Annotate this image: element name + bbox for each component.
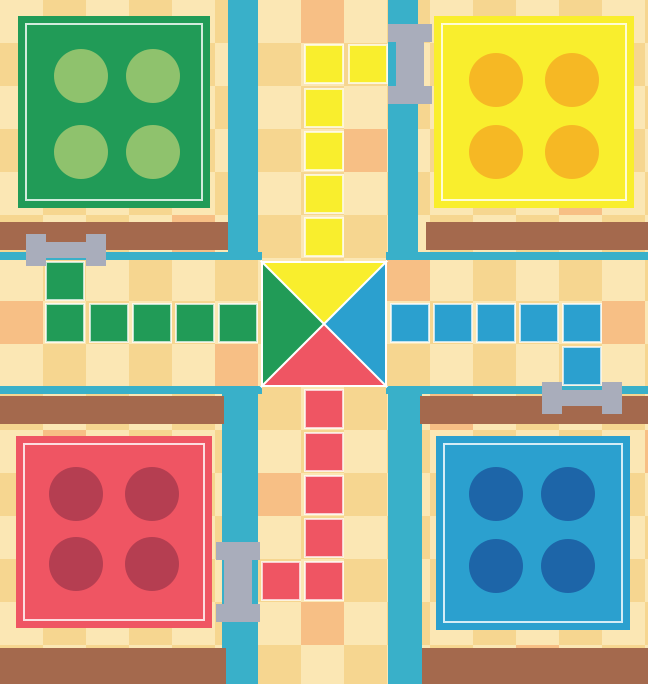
home-piece[interactable] (126, 125, 180, 179)
path-cell[interactable] (304, 432, 344, 472)
board-tile (344, 645, 387, 684)
board-tile (258, 129, 301, 172)
board-tile (559, 258, 602, 301)
board-tile (387, 344, 430, 387)
home-piece[interactable] (49, 537, 103, 591)
board-tile (473, 344, 516, 387)
wood-ledge (426, 222, 648, 250)
board-channel (228, 0, 258, 256)
path-cell[interactable] (304, 88, 344, 128)
wood-ledge (0, 648, 226, 684)
path-cell[interactable] (304, 131, 344, 171)
clamp-end (388, 24, 432, 42)
home-piece[interactable] (49, 467, 103, 521)
board-svg (0, 0, 648, 684)
wood-ledge (0, 396, 224, 424)
home-piece[interactable] (469, 467, 523, 521)
path-cell[interactable] (304, 174, 344, 214)
path-cell[interactable] (89, 303, 129, 343)
board-tile (258, 387, 301, 430)
path-cell[interactable] (45, 261, 85, 301)
home-piece[interactable] (541, 539, 595, 593)
board-channel (222, 392, 258, 684)
home-piece[interactable] (125, 467, 179, 521)
board-channel (386, 252, 648, 260)
clamp-bar (396, 34, 424, 94)
path-cell[interactable] (348, 44, 388, 84)
clamp-end (216, 604, 260, 622)
path-cell[interactable] (304, 561, 344, 601)
board-tile (387, 258, 430, 301)
board-tile (129, 344, 172, 387)
green-home-yard[interactable] (18, 16, 210, 208)
wood-ledge (422, 648, 648, 684)
center-home (259, 259, 389, 389)
path-cell[interactable] (519, 303, 559, 343)
board-tile (344, 129, 387, 172)
ludo-board (0, 0, 648, 684)
blue-home-yard[interactable] (436, 436, 630, 630)
clamp-end (388, 86, 432, 104)
home-piece[interactable] (469, 53, 523, 107)
path-cell[interactable] (304, 44, 344, 84)
path-cell[interactable] (45, 303, 85, 343)
path-cell[interactable] (218, 303, 258, 343)
home-piece[interactable] (54, 125, 108, 179)
path-cell[interactable] (562, 346, 602, 386)
path-cell[interactable] (304, 217, 344, 257)
board-tile (602, 301, 645, 344)
board-tile (215, 344, 258, 387)
clamp-bar (224, 552, 252, 612)
path-cell[interactable] (304, 389, 344, 429)
clamp-end (602, 382, 622, 414)
board-tile (258, 645, 301, 684)
path-cell[interactable] (304, 518, 344, 558)
path-cell[interactable] (476, 303, 516, 343)
clamp-end (26, 234, 46, 266)
board-tile (344, 559, 387, 602)
board-tile (344, 387, 387, 430)
board-tile (43, 344, 86, 387)
board-tile (0, 301, 43, 344)
home-piece[interactable] (469, 125, 523, 179)
clamp-end (542, 382, 562, 414)
home-piece[interactable] (126, 49, 180, 103)
board-tile (258, 215, 301, 258)
board-tile (301, 602, 344, 645)
path-cell[interactable] (433, 303, 473, 343)
board-tile (301, 0, 344, 43)
path-cell[interactable] (132, 303, 172, 343)
path-cell[interactable] (261, 561, 301, 601)
home-piece[interactable] (469, 539, 523, 593)
home-piece[interactable] (545, 53, 599, 107)
path-cell[interactable] (390, 303, 430, 343)
home-piece[interactable] (545, 125, 599, 179)
home-piece[interactable] (54, 49, 108, 103)
board-tile (344, 473, 387, 516)
board-tile (215, 258, 258, 301)
board-tile (344, 215, 387, 258)
board-tile (258, 43, 301, 86)
board-channel (388, 392, 422, 684)
clamp-end (86, 234, 106, 266)
yellow-home-yard[interactable] (434, 16, 634, 208)
path-cell[interactable] (175, 303, 215, 343)
board-tile (258, 473, 301, 516)
home-piece[interactable] (541, 467, 595, 521)
path-cell[interactable] (304, 475, 344, 515)
home-piece[interactable] (125, 537, 179, 591)
board-tile (473, 258, 516, 301)
path-cell[interactable] (562, 303, 602, 343)
clamp-end (216, 542, 260, 560)
red-home-yard[interactable] (16, 436, 212, 628)
board-tile (129, 258, 172, 301)
